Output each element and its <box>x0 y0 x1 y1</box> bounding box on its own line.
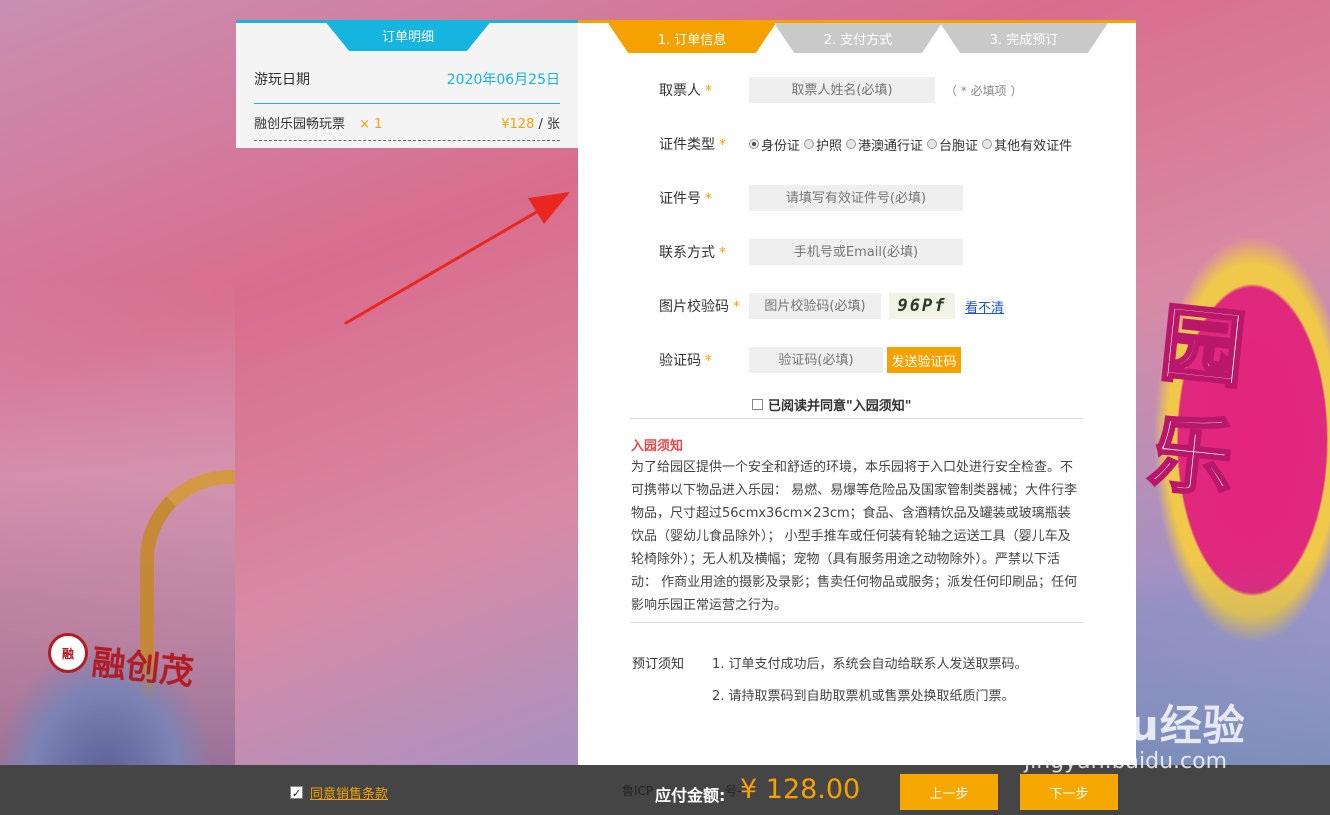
radio-icon[interactable] <box>804 139 815 149</box>
contact-label: 联系方式 * <box>659 245 726 261</box>
step-order-info: 1. 订单信息 <box>608 23 776 53</box>
divider <box>630 418 1084 419</box>
id-type-option-other[interactable]: 其他有效证件 <box>982 135 1072 154</box>
step-indicator: 1. 订单信息 2. 支付方式 3. 完成预订 <box>608 23 1108 53</box>
pickup-name-input[interactable] <box>749 77 935 103</box>
ticket-price: ¥128 <box>501 117 535 132</box>
id-type-row: 证件类型 * 身份证 护照 港澳通行证 台胞证 其他有效证件 <box>659 131 1076 157</box>
id-type-label: 证件类型 * <box>659 137 726 153</box>
order-summary-panel: 订单明细 游玩日期 2020年06月25日 融创乐园畅玩票 × 1 ¥128 /… <box>236 20 578 148</box>
booking-notice-item: 1. 订单支付成功后，系统会自动给联系人发送取票码。 <box>712 657 1028 672</box>
entry-notice-body: 为了给园区提供一个安全和舒适的环境，本乐园将于入口处进行安全检查。不可携带以下物… <box>631 460 1078 613</box>
id-number-row: 证件号 * <box>659 185 963 211</box>
sms-code-input[interactable] <box>749 347 883 373</box>
pickup-name-row: 取票人* （ * 必填项 ） <box>659 77 1022 103</box>
checkbox-checked-icon[interactable]: ✓ <box>290 786 303 800</box>
ticket-unit: / 张 <box>534 117 560 132</box>
ticket-name-group: 融创乐园畅玩票 × 1 <box>254 113 382 132</box>
id-type-option-passport[interactable]: 护照 <box>804 135 842 154</box>
agree-checkbox[interactable] <box>752 399 763 410</box>
id-number-input[interactable] <box>749 185 963 211</box>
radio-icon[interactable] <box>846 139 857 149</box>
contact-input[interactable] <box>749 239 963 265</box>
park-sign-text: 园乐 <box>1143 291 1251 511</box>
sms-code-label: 验证码 * <box>659 353 712 369</box>
id-type-radio-group: 身份证 护照 港澳通行证 台胞证 其他有效证件 <box>749 135 1076 154</box>
brand-logo-text: 融创茂 <box>89 642 196 694</box>
booking-notice-item: 2. 请持取票码到自助取票机或售票处换取纸质门票。 <box>712 689 1015 704</box>
radio-checked-icon[interactable] <box>749 139 759 149</box>
captcha-label: 图片校验码 * <box>659 299 740 315</box>
amount-value: ¥ 128.00 <box>740 774 861 805</box>
id-number-label: 证件号 * <box>659 191 712 207</box>
divider <box>630 622 1084 623</box>
icp-text: 鲁ICP <box>622 784 654 798</box>
captcha-input[interactable] <box>749 293 881 319</box>
amount-label: 应付金额: <box>655 786 726 805</box>
captcha-image[interactable]: 96Pf <box>889 293 955 319</box>
sms-code-row: 验证码* 发送验证码 <box>659 347 961 373</box>
annotation-arrow-icon <box>344 192 570 325</box>
agree-terms-group[interactable]: ✓ 同意销售条款 <box>290 783 388 802</box>
id-type-option-hk-macau[interactable]: 港澳通行证 <box>846 135 923 154</box>
required-hint: （ * 必填项 ） <box>945 83 1023 98</box>
captcha-row: 图片校验码* 96Pf 看不清 <box>659 293 1004 319</box>
id-type-option-id-card[interactable]: 身份证 <box>749 135 800 154</box>
visit-date-value: 2020年06月25日 <box>446 72 560 88</box>
prev-step-button[interactable]: 上一步 <box>900 774 998 810</box>
id-type-option-taiwan[interactable]: 台胞证 <box>927 135 978 154</box>
ticket-quantity: × 1 <box>359 117 383 132</box>
contact-row: 联系方式 * <box>659 239 963 265</box>
step-complete: 3. 完成预订 <box>940 23 1108 53</box>
agree-notice-row[interactable]: 已阅读并同意"入园须知" <box>752 395 912 414</box>
baidu-watermark: Baidu经验 jingyan.baidu.com <box>1020 692 1270 782</box>
icp-text-suffix: 号- <box>725 784 742 798</box>
booking-notice-label: 预订须知 <box>632 657 685 672</box>
ticket-price-group: ¥128 / 张 <box>501 113 560 132</box>
brand-logo-icon: 融 <box>48 633 88 673</box>
entry-notice-title: 入园须知 <box>631 439 684 454</box>
radio-icon[interactable] <box>982 139 993 149</box>
step-payment: 2. 支付方式 <box>774 23 942 53</box>
order-form-panel: 1. 订单信息 2. 支付方式 3. 完成预订 取票人* （ * 必填项 ） 证… <box>578 20 1136 765</box>
pickup-name-label: 取票人 * <box>659 83 712 99</box>
sales-terms-link[interactable]: 同意销售条款 <box>310 783 388 802</box>
radio-icon[interactable] <box>927 139 938 149</box>
agree-notice-label: 已阅读并同意"入园须知" <box>768 399 912 414</box>
ticket-row: 融创乐园畅玩票 × 1 ¥128 / 张 <box>254 113 560 141</box>
ticket-name: 融创乐园畅玩票 <box>254 117 346 132</box>
order-summary-tab: 订单明细 <box>324 20 492 51</box>
visit-date-label: 游玩日期 <box>254 72 310 88</box>
watermark-main-text: Baidu经验 <box>1020 701 1246 750</box>
captcha-refresh-link[interactable]: 看不清 <box>965 297 1004 316</box>
visit-date-row: 游玩日期 2020年06月25日 <box>254 69 560 104</box>
send-code-button[interactable]: 发送验证码 <box>887 347 961 373</box>
